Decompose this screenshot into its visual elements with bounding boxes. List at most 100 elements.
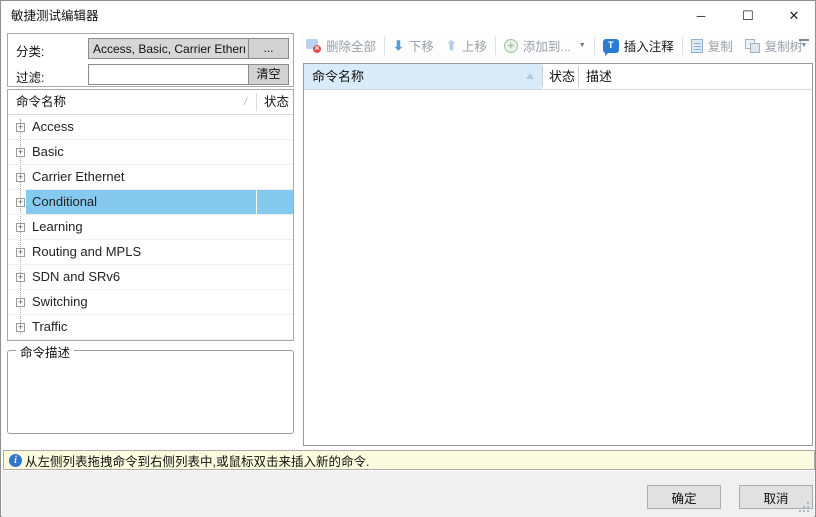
column-divider	[256, 93, 257, 111]
tree-item-status	[257, 115, 293, 139]
toolbar-separator	[682, 37, 683, 55]
column-divider	[542, 66, 543, 87]
toolbar-separator	[495, 37, 496, 55]
tree-row-conditional[interactable]: + Conditional	[8, 190, 293, 215]
filter-input[interactable]	[88, 64, 249, 85]
table-header-status[interactable]: 状态	[549, 64, 575, 89]
table-body[interactable]	[304, 90, 812, 445]
insert-comment-button[interactable]: T 插入注释	[597, 34, 680, 58]
add-to-button[interactable]: + 添加到... ▼	[498, 34, 592, 58]
minimize-button[interactable]: ─	[683, 1, 719, 31]
dialog-footer: 确定 取消	[2, 471, 814, 517]
category-input[interactable]	[88, 38, 249, 59]
copy-label: 复制	[708, 36, 733, 55]
tree-item-status	[257, 290, 293, 314]
tree-item-status	[257, 165, 293, 189]
toolbar: ✕ 删除全部 ⬇ 下移 ⬆ 上移 + 添加到... ▼ T 插入注释 复制	[300, 32, 814, 59]
expand-icon[interactable]: +	[16, 223, 25, 232]
tree-item-label: Learning	[26, 215, 256, 239]
column-divider	[578, 66, 579, 87]
tree-item-label: Switching	[26, 290, 256, 314]
tree-item-status	[257, 215, 293, 239]
filter-clear-button[interactable]: 清空	[248, 64, 289, 85]
copy-tree-label: 复制树	[765, 36, 803, 55]
tree-item-status	[257, 265, 293, 289]
tree-header-status[interactable]: 状态	[264, 90, 289, 115]
tree-row-basic[interactable]: + Basic	[8, 140, 293, 165]
expand-icon[interactable]: +	[16, 148, 25, 157]
copy-button[interactable]: 复制	[685, 34, 739, 58]
tree-item-label: Traffic	[26, 315, 256, 339]
move-down-button[interactable]: ⬇ 下移	[387, 34, 440, 58]
sort-ascending-icon	[526, 73, 534, 79]
chevron-down-icon[interactable]: ▼	[579, 42, 586, 49]
tree-row-routing-and-mpls[interactable]: + Routing and MPLS	[8, 240, 293, 265]
status-bar: i 从左侧列表拖拽命令到右侧列表中,或鼠标双击来插入新的命令.	[3, 450, 815, 470]
add-to-label: 添加到...	[523, 36, 571, 55]
delete-all-button[interactable]: ✕ 删除全部	[300, 34, 382, 58]
copy-tree-icon	[745, 39, 760, 53]
expand-icon[interactable]: +	[16, 123, 25, 132]
command-tree: 命令名称 / 状态 + Access + Basic + Carrier Eth…	[7, 89, 294, 341]
tree-item-label: Routing and MPLS	[26, 240, 256, 264]
dialog-window: 敏捷测试编辑器 ─ ☐ ✕ ✕ 删除全部 ⬇ 下移 ⬆ 上移 + 添加到... …	[0, 0, 816, 517]
copy-icon	[691, 39, 703, 53]
expand-icon[interactable]: +	[16, 298, 25, 307]
toolbar-separator	[384, 37, 385, 55]
expand-icon[interactable]: +	[16, 248, 25, 257]
command-table: 命令名称 状态 描述	[303, 63, 813, 446]
toolbar-separator	[594, 37, 595, 55]
move-up-label: 上移	[462, 36, 487, 55]
close-button[interactable]: ✕	[776, 1, 812, 31]
table-header-description[interactable]: 描述	[586, 64, 612, 89]
add-to-icon: +	[504, 39, 518, 53]
command-description-box: 命令描述	[7, 350, 294, 434]
move-up-icon: ⬆	[446, 39, 457, 53]
sort-ascending-icon: /	[244, 97, 247, 108]
tree-row-access[interactable]: + Access	[8, 115, 293, 140]
expand-icon[interactable]: +	[16, 198, 25, 207]
tree-item-status	[257, 140, 293, 164]
command-description-title: 命令描述	[16, 342, 74, 361]
tree-body: + Access + Basic + Carrier Ethernet + Co…	[8, 115, 293, 340]
toolbar-overflow-button[interactable]: ▼	[799, 39, 809, 49]
expand-icon[interactable]: +	[16, 323, 25, 332]
insert-comment-label: 插入注释	[624, 36, 674, 55]
expand-icon[interactable]: +	[16, 173, 25, 182]
title-bar: 敏捷测试编辑器 ─ ☐ ✕	[1, 1, 815, 31]
tree-item-status	[257, 315, 293, 339]
expand-icon[interactable]: +	[16, 273, 25, 282]
move-down-icon: ⬇	[393, 39, 404, 53]
cancel-button[interactable]: 取消	[739, 485, 813, 509]
tree-item-label: Access	[26, 115, 256, 139]
category-browse-button[interactable]: ...	[248, 38, 289, 59]
tree-row-traffic[interactable]: + Traffic	[8, 315, 293, 340]
ok-button[interactable]: 确定	[647, 485, 721, 509]
maximize-button[interactable]: ☐	[730, 1, 766, 31]
tree-header: 命令名称 / 状态	[8, 90, 293, 115]
tree-item-label: SDN and SRv6	[26, 265, 256, 289]
filter-label: 过滤:	[16, 67, 44, 86]
tree-item-label: Carrier Ethernet	[26, 165, 256, 189]
resize-grip[interactable]	[807, 510, 809, 512]
tree-row-sdn-and-srv6[interactable]: + SDN and SRv6	[8, 265, 293, 290]
category-label: 分类:	[16, 41, 44, 60]
tree-item-label: Basic	[26, 140, 256, 164]
tree-row-learning[interactable]: + Learning	[8, 215, 293, 240]
status-message: 从左侧列表拖拽命令到右侧列表中,或鼠标双击来插入新的命令.	[25, 451, 369, 470]
window-title: 敏捷测试编辑器	[11, 1, 99, 31]
delete-all-label: 删除全部	[326, 36, 376, 55]
tree-header-name[interactable]: 命令名称	[16, 90, 66, 115]
info-icon: i	[9, 454, 22, 467]
tree-item-status	[257, 190, 293, 214]
delete-all-icon: ✕	[306, 39, 321, 53]
overflow-icon: ▼	[799, 42, 809, 49]
move-down-label: 下移	[409, 36, 434, 55]
copy-tree-button[interactable]: 复制树	[739, 34, 809, 58]
category-filter-panel: 分类: ... 过滤: 清空	[7, 33, 294, 87]
move-up-button[interactable]: ⬆ 上移	[440, 34, 493, 58]
table-header-name[interactable]: 命令名称	[304, 64, 542, 89]
tree-row-switching[interactable]: + Switching	[8, 290, 293, 315]
tree-item-status	[257, 240, 293, 264]
tree-row-carrier-ethernet[interactable]: + Carrier Ethernet	[8, 165, 293, 190]
